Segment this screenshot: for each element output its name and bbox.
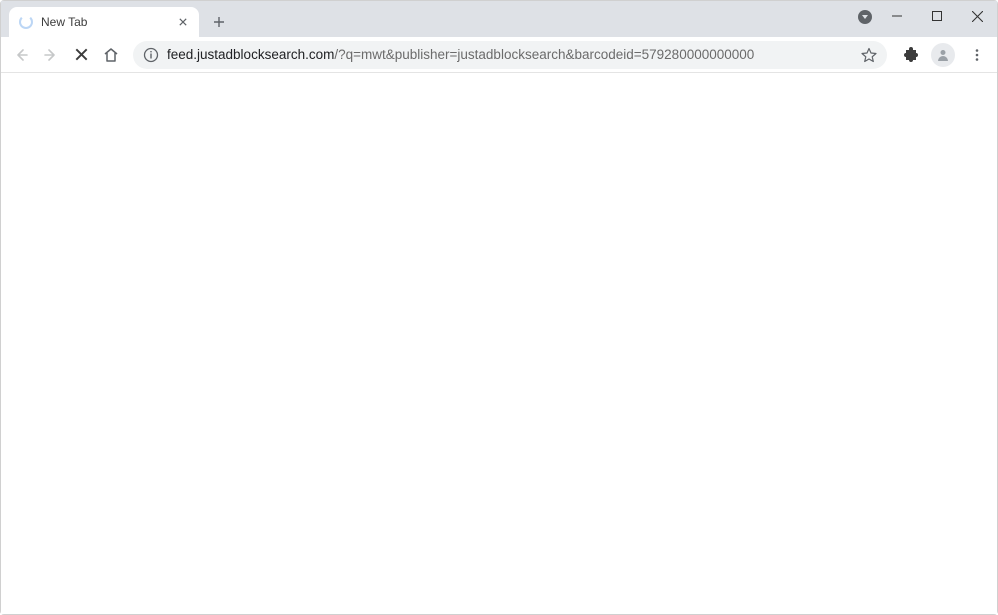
titlebar: New Tab <box>1 1 997 37</box>
tab-title: New Tab <box>41 15 175 29</box>
tab-close-button[interactable] <box>175 14 191 30</box>
profile-button[interactable] <box>931 43 955 67</box>
toolbar: feed.justadblocksearch.com/?q=mwt&publis… <box>1 37 997 73</box>
close-icon <box>75 48 88 61</box>
update-indicator-icon[interactable] <box>858 10 872 24</box>
minimize-button[interactable] <box>877 1 917 31</box>
url-host: feed.justadblocksearch.com <box>167 47 334 62</box>
loading-spinner-icon <box>19 15 33 29</box>
plus-icon <box>213 16 225 28</box>
forward-button <box>37 41 65 69</box>
url-path: /?q=mwt&publisher=justadblocksearch&barc… <box>334 47 754 62</box>
kebab-icon <box>970 48 984 62</box>
puzzle-icon <box>903 47 919 63</box>
maximize-button[interactable] <box>917 1 957 31</box>
close-icon <box>179 18 187 26</box>
page-content <box>1 73 997 614</box>
home-button[interactable] <box>97 41 125 69</box>
window-controls <box>877 1 997 31</box>
back-arrow-icon <box>13 47 29 63</box>
bookmark-star-icon[interactable] <box>861 47 877 63</box>
person-icon <box>935 47 951 63</box>
new-tab-button[interactable] <box>205 8 233 36</box>
site-info-icon[interactable] <box>143 47 159 63</box>
browser-tab[interactable]: New Tab <box>9 7 199 37</box>
address-bar[interactable]: feed.justadblocksearch.com/?q=mwt&publis… <box>133 41 887 69</box>
back-button <box>7 41 35 69</box>
url-text[interactable]: feed.justadblocksearch.com/?q=mwt&publis… <box>167 47 853 62</box>
stop-button[interactable] <box>67 41 95 69</box>
close-icon <box>972 11 983 22</box>
forward-arrow-icon <box>43 47 59 63</box>
minimize-icon <box>892 11 902 21</box>
menu-button[interactable] <box>963 41 991 69</box>
window-close-button[interactable] <box>957 1 997 31</box>
home-icon <box>103 47 119 63</box>
extensions-button[interactable] <box>897 41 925 69</box>
maximize-icon <box>932 11 942 21</box>
